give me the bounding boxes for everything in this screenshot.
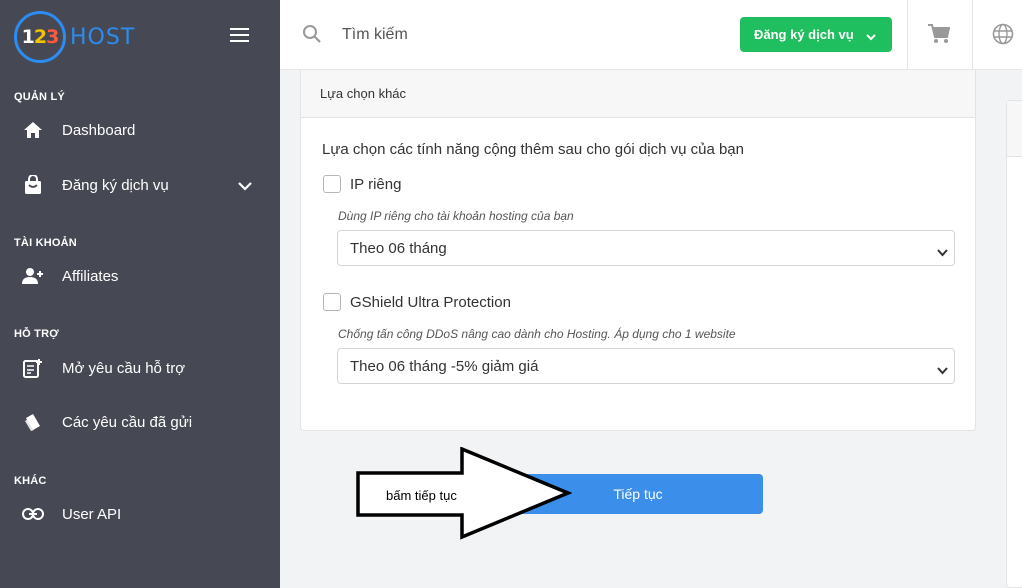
addon-private-ip-checkbox[interactable]: IP riêng [323,175,401,193]
section-label-support: HỖ TRỢ [14,328,59,340]
addon-hint: Chống tấn công DDoS nâng cao dành cho Ho… [338,327,736,341]
addon-hint: Dùng IP riêng cho tài khoản hosting của … [338,209,574,223]
chevron-down-icon[interactable] [238,178,252,196]
section-label-account: TÀI KHOẢN [14,237,77,249]
register-service-button[interactable]: Đăng ký dịch vụ [740,17,892,52]
sidebar: 123 HOST QUẢN LÝ Dashboard Đăng ký dịch … [0,0,280,588]
checkbox[interactable] [323,175,341,193]
sidebar-item-label: Dashboard [62,121,136,139]
section-label-manage: QUẢN LÝ [14,91,65,103]
sidebar-item-label: User API [62,505,122,523]
globe-icon[interactable] [992,23,1014,50]
cart-icon[interactable] [928,24,951,49]
addons-intro: Lựa chọn các tính năng cộng thêm sau cho… [322,141,744,158]
section-label-other: KHÁC [14,475,47,487]
chevron-down-icon [937,362,948,379]
annotation-text: bấm tiếp tục [386,488,457,503]
home-icon [22,119,44,141]
sidebar-item-open-ticket[interactable]: Mở yêu cầu hỗ trợ [0,348,280,388]
logo-mark: 123 [14,11,66,63]
search-input[interactable] [342,22,642,48]
sidebar-item-label: Đăng ký dịch vụ [62,176,169,194]
top-header: Đăng ký dịch vụ [280,0,1022,70]
addon-label: GShield Ultra Protection [350,293,511,311]
chevron-down-icon [866,29,876,44]
sidebar-item-register-service[interactable]: Đăng ký dịch vụ [0,165,280,205]
addon-private-ip-term-select[interactable]: Theo 06 tháng [337,230,955,266]
divider [907,0,908,70]
sidebar-item-dashboard[interactable]: Dashboard [0,110,280,150]
sidebar-item-label: Affiliates [62,267,119,285]
order-summary-card [1006,100,1022,588]
link-icon [22,503,44,525]
tickets-icon [22,411,44,433]
sidebar-item-user-api[interactable]: User API [0,494,280,534]
menu-toggle-icon[interactable] [230,28,249,42]
sidebar-item-sent-tickets[interactable]: Các yêu cầu đã gửi [0,402,280,442]
shopping-bag-icon [22,174,44,196]
chevron-down-icon [937,244,948,261]
divider [972,0,973,70]
addon-label: IP riêng [350,175,402,193]
brand-logo[interactable]: 123 HOST [14,11,135,63]
logo-text: HOST [70,24,136,50]
addon-gshield-checkbox[interactable]: GShield Ultra Protection [323,293,511,311]
addons-card: Lựa chọn khác Lựa chọn các tính năng cộn… [300,70,976,431]
edit-ticket-icon [22,357,44,379]
card-title: Lựa chọn khác [301,70,975,118]
addon-gshield-term-select[interactable]: Theo 06 tháng -5% giảm giá [337,348,955,384]
user-plus-icon [22,265,44,287]
sidebar-item-label: Mở yêu cầu hỗ trợ [62,359,186,377]
search-icon[interactable] [302,24,322,49]
checkbox[interactable] [323,293,341,311]
sidebar-item-label: Các yêu cầu đã gửi [62,413,193,431]
sidebar-item-affiliates[interactable]: Affiliates [0,256,280,296]
